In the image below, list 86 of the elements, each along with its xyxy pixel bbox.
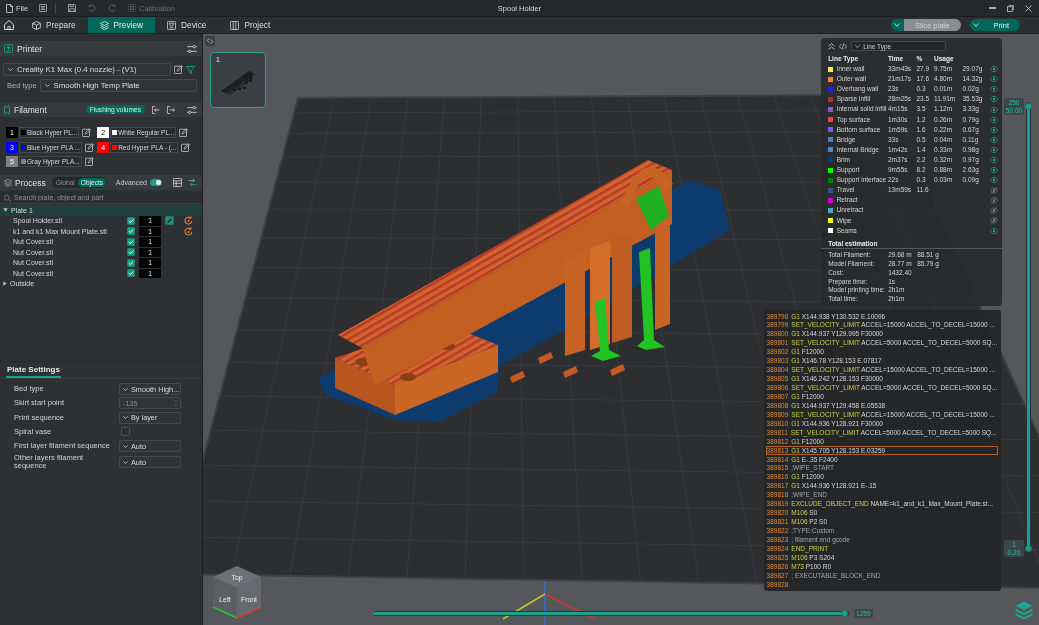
swap-icon[interactable] — [188, 178, 197, 187]
eye-icon[interactable] — [990, 116, 998, 123]
checkbox[interactable] — [127, 216, 135, 225]
checkbox[interactable] — [127, 258, 135, 267]
caret-icon — [123, 387, 128, 391]
columns-icon — [230, 20, 240, 30]
eye-icon[interactable] — [990, 86, 998, 93]
eye-icon[interactable] — [990, 76, 998, 83]
caret-icon — [123, 416, 128, 420]
eye-icon[interactable] — [990, 227, 998, 234]
eye-off-icon[interactable] — [990, 206, 998, 214]
caret-icon — [123, 444, 128, 448]
edit-icon[interactable] — [181, 142, 191, 152]
printer-icon — [167, 20, 177, 30]
caret-icon — [3, 281, 7, 287]
caret-icon — [123, 461, 128, 464]
caret-icon — [8, 68, 13, 71]
export-icon[interactable] — [167, 105, 175, 114]
edit-icon[interactable] — [84, 157, 94, 166]
edit-icon[interactable] — [174, 65, 183, 74]
settings-icon[interactable] — [187, 44, 197, 53]
eye-icon[interactable] — [990, 96, 998, 103]
eye-off-icon[interactable] — [990, 186, 998, 194]
eye-icon[interactable] — [990, 136, 998, 143]
slider-handle[interactable] — [1025, 102, 1032, 110]
spool-icon — [4, 104, 10, 115]
eye-icon[interactable] — [990, 126, 998, 133]
table-icon[interactable] — [173, 178, 182, 187]
tab[interactable]: Device — [155, 17, 219, 33]
eye-icon[interactable] — [990, 106, 998, 113]
home-icon[interactable] — [4, 20, 14, 30]
eye-icon[interactable] — [990, 177, 998, 184]
checkbox[interactable] — [127, 248, 135, 257]
restore-icon[interactable] — [1007, 4, 1014, 12]
layers-icon — [4, 178, 12, 187]
caret-icon — [855, 44, 861, 48]
layers-icon[interactable] — [1015, 601, 1033, 619]
close-icon[interactable] — [1025, 4, 1032, 12]
edit-icon[interactable] — [85, 142, 95, 152]
slider-handle[interactable] — [840, 610, 848, 617]
section-tab[interactable]: Plate Settings — [6, 365, 61, 378]
edit-icon[interactable] — [179, 128, 189, 137]
funnel-icon[interactable] — [186, 65, 195, 74]
file-icon — [6, 3, 13, 13]
layer-slider-track[interactable] — [1026, 102, 1031, 552]
code-icon[interactable] — [839, 42, 848, 50]
section-title: Filament — [14, 104, 47, 115]
eye-icon[interactable] — [990, 146, 998, 153]
edit-icon[interactable] — [82, 128, 92, 137]
eye-icon[interactable] — [990, 66, 998, 73]
angle-brackets-icon[interactable] — [205, 36, 215, 46]
dropdown-button[interactable] — [969, 19, 983, 31]
section-title: Printer — [17, 43, 43, 54]
checkbox[interactable] — [127, 269, 135, 278]
tab[interactable]: Prepare — [20, 17, 88, 33]
tab[interactable]: Preview — [87, 17, 156, 33]
checkbox[interactable] — [127, 237, 135, 246]
import-icon[interactable] — [152, 105, 160, 114]
toggle-switch[interactable] — [150, 179, 162, 186]
arrow-down-box-icon — [4, 44, 13, 53]
save-icon[interactable] — [68, 4, 77, 12]
slider-handle[interactable] — [1025, 544, 1032, 552]
tab[interactable]: Project — [218, 17, 283, 33]
eye-off-icon[interactable] — [990, 196, 998, 204]
caret-icon — [973, 23, 980, 27]
move-slider-track[interactable] — [373, 611, 849, 616]
circular-arrow-icon[interactable] — [184, 216, 193, 226]
eye-icon[interactable] — [990, 157, 998, 163]
search-icon — [4, 194, 11, 202]
caret-icon — [3, 208, 8, 213]
caret-icon — [44, 84, 50, 87]
eye-off-icon[interactable] — [990, 217, 998, 225]
menu-icon[interactable] — [39, 4, 48, 12]
settings-icon[interactable] — [187, 105, 197, 114]
dropdown-button[interactable] — [890, 19, 904, 31]
collapse-icon[interactable] — [828, 42, 836, 50]
layers-icon — [99, 20, 109, 30]
cube-icon — [32, 20, 41, 30]
checkbox[interactable] — [127, 227, 135, 236]
circular-arrow-icon[interactable] — [184, 226, 193, 236]
eye-icon[interactable] — [990, 167, 998, 174]
section-title: Process — [15, 177, 46, 188]
caret-icon — [894, 23, 901, 27]
dashed-square-icon — [128, 4, 137, 12]
paint-icon[interactable] — [165, 216, 174, 226]
checkbox[interactable] — [121, 427, 130, 437]
